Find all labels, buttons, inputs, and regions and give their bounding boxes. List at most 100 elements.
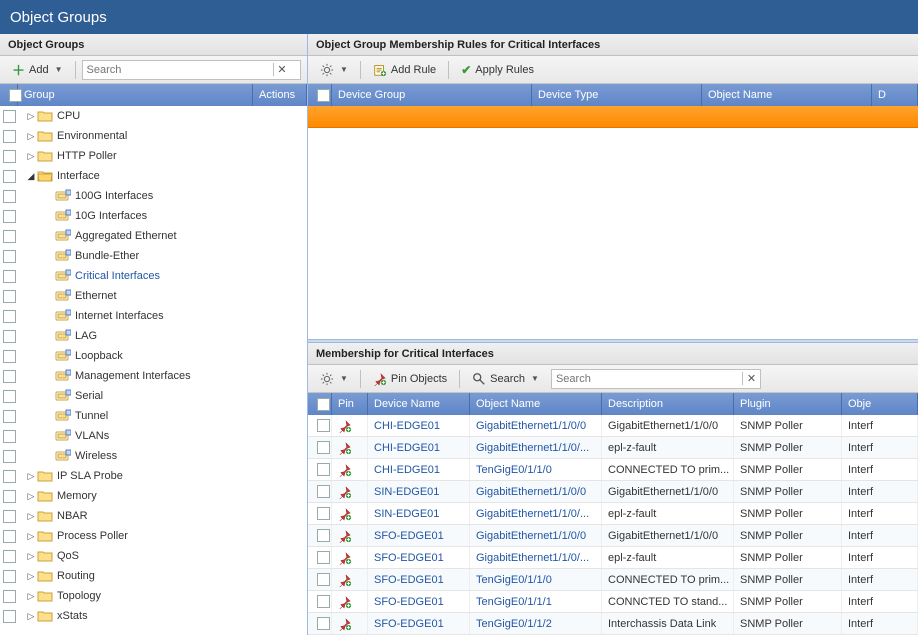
expander-icon[interactable]: ◢: [25, 171, 37, 182]
tree-row-checkbox[interactable]: [3, 510, 16, 523]
tree-search-input[interactable]: [83, 62, 273, 78]
tree-row-checkbox[interactable]: [3, 210, 16, 223]
tree-row-checkbox[interactable]: [3, 330, 16, 343]
clear-search-icon[interactable]: ✕: [273, 63, 291, 76]
expander-icon[interactable]: ▷: [25, 511, 37, 522]
table-row[interactable]: SIN-EDGE01GigabitEthernet1/1/0/0GigabitE…: [308, 481, 918, 503]
table-row[interactable]: SFO-EDGE01GigabitEthernet1/1/0/0GigabitE…: [308, 525, 918, 547]
table-row[interactable]: SFO-EDGE01TenGigE0/1/1/2Interchassis Dat…: [308, 613, 918, 635]
device-name-cell[interactable]: SFO-EDGE01: [368, 613, 470, 634]
pin-cell[interactable]: [332, 547, 368, 568]
table-row[interactable]: CHI-EDGE01GigabitEthernet1/1/0/...epl-z-…: [308, 437, 918, 459]
expander-icon[interactable]: ▷: [25, 591, 37, 602]
pin-cell[interactable]: [332, 481, 368, 502]
object-name-cell[interactable]: GigabitEthernet1/1/0/0: [470, 525, 602, 546]
table-row[interactable]: CHI-EDGE01GigabitEthernet1/1/0/0GigabitE…: [308, 415, 918, 437]
col-device-group[interactable]: Device Group: [332, 84, 532, 106]
tree-row[interactable]: Management Interfaces: [0, 366, 307, 386]
membership-search[interactable]: ✕: [551, 369, 761, 389]
col-object-name[interactable]: Object Name: [702, 84, 872, 106]
table-row[interactable]: SIN-EDGE01GigabitEthernet1/1/0/...epl-z-…: [308, 503, 918, 525]
expander-icon[interactable]: ▷: [25, 531, 37, 542]
col-obj[interactable]: Obje: [842, 393, 918, 415]
tree-row[interactable]: ▷CPU: [0, 106, 307, 126]
tree-row[interactable]: ▷Environmental: [0, 126, 307, 146]
pin-cell[interactable]: [332, 437, 368, 458]
pin-cell[interactable]: [332, 613, 368, 634]
row-checkbox[interactable]: [317, 485, 330, 498]
pin-cell[interactable]: [332, 415, 368, 436]
tree-row-checkbox[interactable]: [3, 310, 16, 323]
rules-checkall[interactable]: [317, 89, 330, 102]
tree-row-checkbox[interactable]: [3, 570, 16, 583]
pin-cell[interactable]: [332, 525, 368, 546]
device-name-cell[interactable]: CHI-EDGE01: [368, 415, 470, 436]
membership-checkall[interactable]: [317, 398, 330, 411]
tree-row-checkbox[interactable]: [3, 590, 16, 603]
row-checkbox[interactable]: [317, 507, 330, 520]
tree-row-checkbox[interactable]: [3, 190, 16, 203]
tree-row[interactable]: Aggregated Ethernet: [0, 226, 307, 246]
tree-row[interactable]: ▷IP SLA Probe: [0, 466, 307, 486]
tree-row[interactable]: VLANs: [0, 426, 307, 446]
device-name-cell[interactable]: SFO-EDGE01: [368, 547, 470, 568]
apply-rules-button[interactable]: ✔ Apply Rules: [455, 61, 540, 79]
tree-row-checkbox[interactable]: [3, 270, 16, 283]
row-checkbox[interactable]: [317, 529, 330, 542]
tree-row-checkbox[interactable]: [3, 130, 16, 143]
col-d[interactable]: D: [872, 84, 918, 106]
row-checkbox[interactable]: [317, 617, 330, 630]
tree-row[interactable]: Bundle-Ether: [0, 246, 307, 266]
tree-row[interactable]: ▷NBAR: [0, 506, 307, 526]
tree-row[interactable]: ▷HTTP Poller: [0, 146, 307, 166]
row-checkbox[interactable]: [317, 419, 330, 432]
table-row[interactable]: SFO-EDGE01GigabitEthernet1/1/0/...epl-z-…: [308, 547, 918, 569]
tree-row-checkbox[interactable]: [3, 150, 16, 163]
clear-search-icon[interactable]: ✕: [742, 372, 760, 385]
tree-row[interactable]: Wireless: [0, 446, 307, 466]
device-name-cell[interactable]: SFO-EDGE01: [368, 591, 470, 612]
table-row[interactable]: SFO-EDGE01TenGigE0/1/1/0CONNECTED TO pri…: [308, 569, 918, 591]
object-name-cell[interactable]: TenGigE0/1/1/2: [470, 613, 602, 634]
tree-row[interactable]: 100G Interfaces: [0, 186, 307, 206]
object-name-cell[interactable]: GigabitEthernet1/1/0/0: [470, 415, 602, 436]
tree-row-checkbox[interactable]: [3, 490, 16, 503]
row-checkbox[interactable]: [317, 463, 330, 476]
device-name-cell[interactable]: SIN-EDGE01: [368, 503, 470, 524]
object-name-cell[interactable]: TenGigE0/1/1/1: [470, 591, 602, 612]
tree-row-checkbox[interactable]: [3, 170, 16, 183]
tree-row[interactable]: LAG: [0, 326, 307, 346]
tree-row-checkbox[interactable]: [3, 230, 16, 243]
expander-icon[interactable]: ▷: [25, 571, 37, 582]
col-description[interactable]: Description: [602, 393, 734, 415]
object-name-cell[interactable]: GigabitEthernet1/1/0/...: [470, 437, 602, 458]
tree-row[interactable]: Ethernet: [0, 286, 307, 306]
add-button[interactable]: ＋ Add ▼: [6, 58, 69, 81]
row-checkbox[interactable]: [317, 573, 330, 586]
object-name-cell[interactable]: TenGigE0/1/1/0: [470, 459, 602, 480]
table-row[interactable]: SFO-EDGE01TenGigE0/1/1/1CONNCTED TO stan…: [308, 591, 918, 613]
tree-row[interactable]: Internet Interfaces: [0, 306, 307, 326]
tree-row-checkbox[interactable]: [3, 530, 16, 543]
add-rule-button[interactable]: Add Rule: [367, 61, 442, 79]
tree-row-checkbox[interactable]: [3, 370, 16, 383]
expander-icon[interactable]: ▷: [25, 551, 37, 562]
expander-icon[interactable]: ▷: [25, 491, 37, 502]
expander-icon[interactable]: ▷: [25, 111, 37, 122]
object-name-cell[interactable]: GigabitEthernet1/1/0/0: [470, 481, 602, 502]
device-name-cell[interactable]: CHI-EDGE01: [368, 437, 470, 458]
tree-row[interactable]: ◢Interface: [0, 166, 307, 186]
row-checkbox[interactable]: [317, 441, 330, 454]
pin-objects-button[interactable]: Pin Objects: [367, 370, 453, 388]
col-pin[interactable]: Pin: [332, 393, 368, 415]
tree-row-checkbox[interactable]: [3, 610, 16, 623]
tree-row[interactable]: 10G Interfaces: [0, 206, 307, 226]
expander-icon[interactable]: ▷: [25, 131, 37, 142]
tree-row[interactable]: Critical Interfaces: [0, 266, 307, 286]
col-plugin[interactable]: Plugin: [734, 393, 842, 415]
tree-row-checkbox[interactable]: [3, 550, 16, 563]
tree-row-checkbox[interactable]: [3, 430, 16, 443]
tree-row[interactable]: ▷Process Poller: [0, 526, 307, 546]
tree-row[interactable]: Tunnel: [0, 406, 307, 426]
rules-gear-button[interactable]: ▼: [314, 61, 354, 79]
